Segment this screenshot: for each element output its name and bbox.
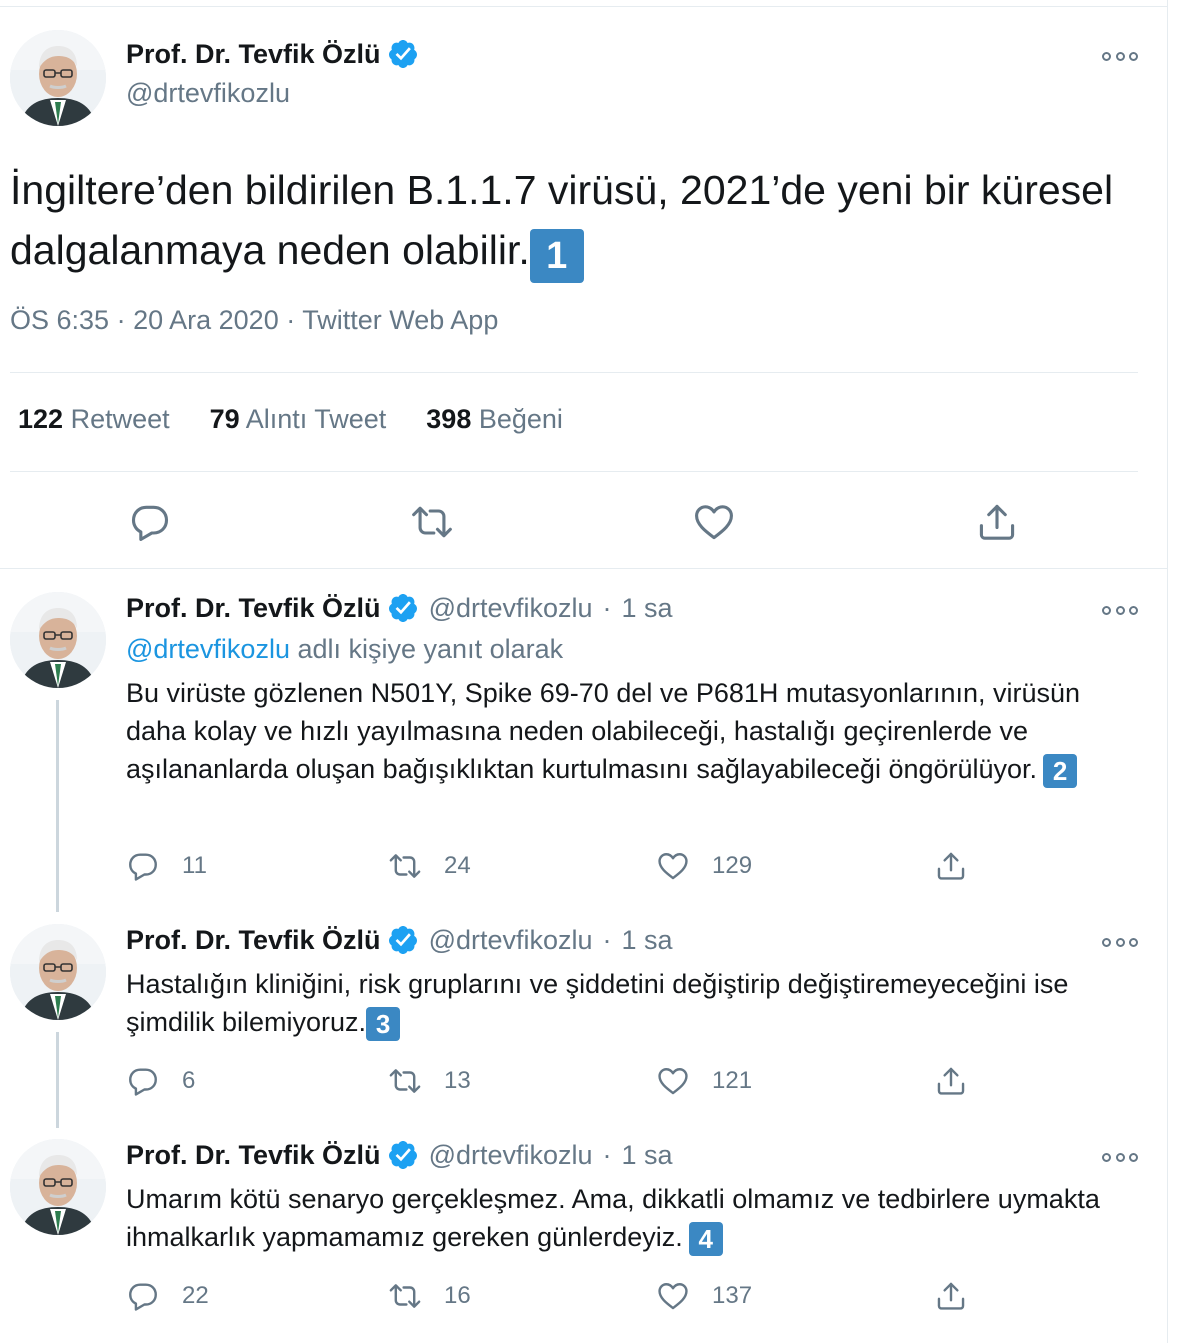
tweet-thread-panel: Prof. Dr. Tevfik Özlü @drtevfikozlu İngi… [0, 0, 1168, 1343]
like-button[interactable]: 121 [656, 1061, 752, 1101]
avatar[interactable] [10, 592, 106, 688]
reply-header: Prof. Dr. Tevfik Özlü @drtevfikozlu · 1 … [126, 1139, 673, 1171]
share-button[interactable] [934, 1276, 968, 1316]
reply-text-content: Bu virüste gözlenen N501Y, Spike 69-70 d… [126, 678, 1081, 784]
top-divider [0, 6, 1168, 7]
retweet-button[interactable]: 16 [388, 1276, 471, 1316]
reply-text: Bu virüste gözlenen N501Y, Spike 69-70 d… [126, 674, 1136, 788]
reply-action-bar: 11 24 129 [126, 846, 986, 886]
like-button[interactable]: 137 [656, 1276, 752, 1316]
divider [10, 372, 1138, 373]
reply-action-bar: 6 13 121 [126, 1061, 986, 1101]
more-options-icon[interactable] [1102, 1151, 1138, 1163]
tweet-meta: ÖS 6:35 · 20 Ara 2020 · Twitter Web App [10, 305, 499, 335]
retweet-icon[interactable] [410, 500, 454, 544]
reply-icon[interactable] [126, 849, 160, 883]
reply-text: Umarım kötü senaryo gerçekleşmez. Ama, d… [126, 1180, 1136, 1256]
verified-badge-icon [387, 38, 419, 70]
number-badge-icon: 4 [688, 1222, 723, 1256]
share-button[interactable] [934, 846, 968, 886]
tweet-time[interactable]: 1 sa [622, 1140, 673, 1171]
number-badge-icon: 2 [1043, 754, 1078, 788]
avatar[interactable] [10, 924, 106, 1020]
reply-text-content: Hastalığın kliniğini, risk gruplarını ve… [126, 969, 1069, 1037]
number-badge-icon: 1 [529, 229, 584, 283]
heart-icon[interactable] [656, 1279, 690, 1313]
verified-badge-icon [387, 1139, 419, 1171]
author-name[interactable]: Prof. Dr. Tevfik Özlü [126, 38, 419, 70]
reply-icon[interactable] [126, 1064, 160, 1098]
quote-count-link[interactable]: 79 Alıntı Tweet [210, 404, 387, 435]
tweet-source[interactable]: Twitter Web App [302, 305, 498, 335]
reply-count: 11 [182, 852, 207, 879]
replying-to-suffix: adlı kişiye yanıt olarak [297, 634, 564, 664]
divider [0, 568, 1168, 569]
like-button[interactable]: 129 [656, 846, 752, 886]
share-icon[interactable] [975, 500, 1019, 544]
author-handle[interactable]: @drtevfikozlu [429, 593, 593, 624]
reply-icon[interactable] [128, 500, 172, 544]
replying-to-link[interactable]: @drtevfikozlu [126, 634, 290, 664]
share-icon[interactable] [934, 1279, 968, 1313]
author-name[interactable]: Prof. Dr. Tevfik Özlü [126, 925, 381, 956]
retweet-count: 24 [444, 852, 471, 879]
reply-header: Prof. Dr. Tevfik Özlü @drtevfikozlu · 1 … [126, 592, 673, 624]
thread-connector [56, 1032, 59, 1128]
author-name[interactable]: Prof. Dr. Tevfik Özlü [126, 593, 381, 624]
more-options-icon[interactable] [1102, 936, 1138, 948]
author-name[interactable]: Prof. Dr. Tevfik Özlü [126, 1140, 381, 1171]
tweet-time[interactable]: ÖS 6:35 [10, 305, 109, 335]
avatar[interactable] [10, 1139, 106, 1235]
like-count-link[interactable]: 398 Beğeni [426, 404, 563, 435]
like-count: 137 [712, 1282, 753, 1309]
avatar[interactable] [10, 30, 106, 126]
verified-badge-icon [387, 592, 419, 624]
reply-count: 22 [182, 1282, 209, 1309]
reply-icon[interactable] [126, 1279, 160, 1313]
retweet-count: 13 [444, 1067, 471, 1094]
reply-text-content: Umarım kötü senaryo gerçekleşmez. Ama, d… [126, 1184, 1100, 1252]
share-icon[interactable] [934, 849, 968, 883]
tweet-date[interactable]: 20 Ara 2020 [133, 305, 279, 335]
more-options-icon[interactable] [1102, 604, 1138, 616]
retweet-icon[interactable] [388, 1064, 422, 1098]
reply-button[interactable]: 11 [126, 846, 207, 886]
like-count: 129 [712, 852, 753, 879]
author-handle[interactable]: @drtevfikozlu [429, 925, 593, 956]
reply-count: 6 [182, 1067, 196, 1094]
reply-button[interactable]: 22 [126, 1276, 209, 1316]
heart-icon[interactable] [656, 1064, 690, 1098]
tweet-text: İngiltere’den bildirilen B.1.1.7 virüsü,… [10, 160, 1140, 283]
retweet-icon[interactable] [388, 1279, 422, 1313]
retweet-count: 16 [444, 1282, 471, 1309]
retweet-icon[interactable] [388, 849, 422, 883]
verified-badge-icon [387, 924, 419, 956]
reply-button[interactable]: 6 [126, 1061, 195, 1101]
heart-icon[interactable] [692, 500, 736, 544]
retweet-count-link[interactable]: 122 Retweet [18, 404, 170, 435]
author-handle[interactable]: @drtevfikozlu [429, 1140, 593, 1171]
author-name-text[interactable]: Prof. Dr. Tevfik Özlü [126, 39, 381, 70]
heart-icon[interactable] [656, 849, 690, 883]
share-icon[interactable] [934, 1064, 968, 1098]
number-badge-icon: 3 [366, 1007, 401, 1041]
replying-to: @drtevfikozlu adlı kişiye yanıt olarak [126, 634, 563, 665]
tweet-time[interactable]: 1 sa [622, 925, 673, 956]
share-button[interactable] [934, 1061, 968, 1101]
tweet-time[interactable]: 1 sa [622, 593, 673, 624]
retweet-button[interactable]: 24 [388, 846, 471, 886]
divider [10, 471, 1138, 472]
like-count: 121 [712, 1067, 753, 1094]
author-handle[interactable]: @drtevfikozlu [126, 78, 290, 109]
reply-header: Prof. Dr. Tevfik Özlü @drtevfikozlu · 1 … [126, 924, 673, 956]
more-options-icon[interactable] [1102, 50, 1138, 62]
thread-connector [56, 700, 59, 912]
tweet-stats: 122 Retweet 79 Alıntı Tweet 398 Beğeni [18, 404, 563, 435]
reply-action-bar: 22 16 137 [126, 1276, 986, 1316]
retweet-button[interactable]: 13 [388, 1061, 471, 1101]
reply-text: Hastalığın kliniğini, risk gruplarını ve… [126, 965, 1136, 1041]
